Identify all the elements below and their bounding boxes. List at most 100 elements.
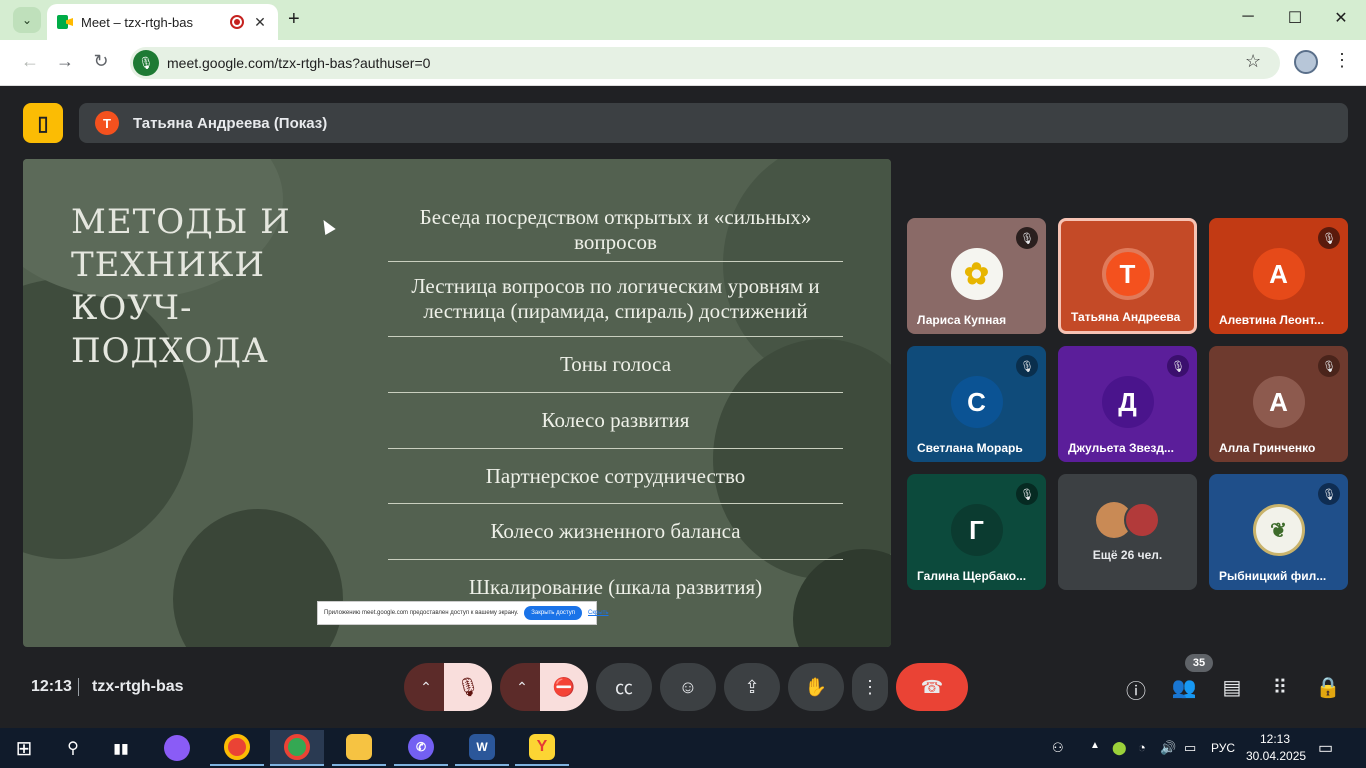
activities-icon[interactable]: ⠿: [1266, 675, 1294, 700]
participant-name: Рыбницкий фил...: [1219, 569, 1327, 583]
language-indicator[interactable]: РУС: [1211, 741, 1235, 755]
windows-taskbar: ⊞ ⚲ ▮▮ ✆ W Y ⚇ ▲ ⬤ ◔ 🔊 ▭ РУС 12:13 30.04…: [0, 728, 1366, 768]
participant-tile[interactable]: Д 🎙 Джульета Звезд...: [1058, 346, 1197, 462]
wifi-icon[interactable]: ◔: [1138, 740, 1146, 755]
participant-count-badge: 35: [1185, 654, 1213, 672]
close-window-icon[interactable]: ✕: [1326, 8, 1356, 28]
screen: ⌄ Meet – tzx-rtgh-bas ✕ + ─ ☐ ✕ ← → ↻ 🎙 …: [0, 0, 1366, 768]
participant-thumbnail: [1124, 502, 1160, 538]
reactions-button[interactable]: ☺: [660, 663, 716, 711]
participant-tile[interactable]: С 🎙 Светлана Морарь: [907, 346, 1046, 462]
presenter-bar: Т Татьяна Андреева (Показ): [79, 103, 1348, 143]
task-view-icon[interactable]: ▮▮: [106, 730, 136, 766]
participant-tile[interactable]: ❦ 🎙 Рыбницкий фил...: [1209, 474, 1348, 590]
more-participants-label: Ещё 26 чел.: [1092, 548, 1163, 562]
participant-name: Алла Гринченко: [1219, 441, 1316, 455]
yandex-browser-icon[interactable]: Y: [515, 730, 569, 766]
people-icon[interactable]: 👥: [1170, 675, 1198, 700]
back-icon[interactable]: ←: [18, 51, 42, 72]
presenter-label: Татьяна Андреева (Показ): [133, 114, 328, 132]
hide-notice-link[interactable]: Скрыть: [588, 610, 608, 616]
windows-start-icon[interactable]: ⊞: [8, 730, 40, 766]
browser-menu-icon[interactable]: ⋮: [1333, 50, 1351, 71]
bookmark-star-icon[interactable]: ☆: [1245, 51, 1261, 72]
leave-call-button[interactable]: ☎: [896, 663, 968, 711]
meeting-info-icon[interactable]: ⓘ: [1122, 675, 1150, 704]
raise-hand-button[interactable]: ✋: [788, 663, 844, 711]
participant-tile-active-speaker[interactable]: Т Татьяна Андреева: [1058, 218, 1197, 334]
mic-off-icon: 🎙: [1016, 227, 1038, 249]
slide-item: Колесо жизненного баланса: [388, 504, 843, 560]
viber-icon[interactable]: ✆: [394, 730, 448, 766]
more-participants-tile[interactable]: Ещё 26 чел.: [1058, 474, 1197, 590]
forward-icon[interactable]: →: [53, 51, 77, 72]
participant-tile[interactable]: А 🎙 Алла Гринченко: [1209, 346, 1348, 462]
participant-avatar: А: [1252, 376, 1305, 428]
daisy-avatar-icon: ✿: [950, 248, 1003, 300]
chrome-taskbar-icon[interactable]: [210, 730, 264, 766]
participant-avatar: Д: [1101, 376, 1154, 428]
chat-icon[interactable]: ▤: [1218, 675, 1246, 700]
participant-name: Лариса Купная: [917, 313, 1007, 327]
tab-close-icon[interactable]: ✕: [252, 14, 268, 31]
taskbar-time[interactable]: 12:13: [1260, 732, 1290, 746]
tab-title: Meet – tzx-rtgh-bas: [81, 14, 193, 30]
slide-item: Лестница вопросов по логическим уровням …: [388, 262, 843, 337]
taskbar-date[interactable]: 30.04.2025: [1246, 749, 1306, 763]
reload-icon[interactable]: ↻: [89, 51, 113, 72]
mic-toggle-button[interactable]: 🎙: [444, 663, 492, 711]
tray-expand-icon[interactable]: ▲: [1090, 740, 1100, 751]
browser-toolbar: ← → ↻ 🎙 meet.google.com/tzx-rtgh-bas?aut…: [0, 40, 1366, 86]
video-options-button[interactable]: ⌃: [500, 663, 544, 711]
microphone-icon[interactable]: 🎙: [133, 50, 159, 76]
participant-avatar: Г: [950, 504, 1003, 556]
slide-item: Колесо развития: [388, 393, 843, 449]
mic-off-icon: 🎙: [1318, 483, 1340, 505]
mic-off-icon: 🎙: [1167, 355, 1189, 377]
participant-name: Джульета Звезд...: [1068, 441, 1174, 455]
profile-avatar[interactable]: [1294, 50, 1318, 74]
participant-avatar: А: [1252, 248, 1305, 300]
participant-tile[interactable]: А 🎙 Алевтина Леонт...: [1209, 218, 1348, 334]
slide-item: Беседа посредством открытых и «сильных» …: [388, 199, 843, 262]
chrome-taskbar-icon-active[interactable]: [270, 730, 324, 766]
app-tray-icon[interactable]: ⬤: [1112, 740, 1127, 756]
word-icon[interactable]: W: [455, 730, 509, 766]
participant-tile[interactable]: Г 🎙 Галина Щербако...: [907, 474, 1046, 590]
participant-avatar: С: [950, 376, 1003, 428]
battery-icon[interactable]: ▭: [1184, 740, 1196, 756]
meet-favicon-icon: [57, 15, 73, 29]
address-bar[interactable]: 🎙 meet.google.com/tzx-rtgh-bas?authuser=…: [130, 47, 1280, 79]
volume-icon[interactable]: 🔊: [1160, 740, 1176, 756]
participant-name: Алевтина Леонт...: [1219, 313, 1325, 327]
more-options-button[interactable]: ⋮: [852, 663, 888, 711]
people-tray-icon[interactable]: ⚇: [1052, 740, 1064, 756]
tab-search-icon[interactable]: ⌄: [13, 7, 41, 33]
new-tab-icon[interactable]: +: [288, 8, 300, 31]
camera-toggle-button[interactable]: ⛔: [540, 663, 588, 711]
host-controls-icon[interactable]: 🔒: [1314, 675, 1342, 700]
minimize-icon[interactable]: ─: [1233, 8, 1263, 26]
presentation-icon[interactable]: ▯: [23, 103, 63, 143]
participant-name: Татьяна Андреева: [1071, 310, 1181, 324]
audio-options-button[interactable]: ⌃: [404, 663, 448, 711]
stop-sharing-button[interactable]: Закрыть доступ: [524, 606, 582, 620]
mic-off-icon: 🎙: [1016, 355, 1038, 377]
browser-tab[interactable]: Meet – tzx-rtgh-bas ✕: [47, 4, 278, 40]
presenter-avatar: Т: [95, 111, 119, 135]
url-text: meet.google.com/tzx-rtgh-bas?authuser=0: [167, 55, 431, 71]
present-screen-button[interactable]: ⇪: [724, 663, 780, 711]
participant-avatar: Т: [1101, 248, 1154, 300]
recording-icon: [230, 15, 244, 29]
meeting-clock: 12:13: [31, 678, 72, 695]
meet-app: ▯ Т Татьяна Андреева (Показ) МЕТОДЫ И ТЕ…: [0, 87, 1366, 728]
browser-tabbar: ⌄ Meet – tzx-rtgh-bas ✕ + ─ ☐ ✕: [0, 0, 1366, 40]
maximize-icon[interactable]: ☐: [1280, 8, 1310, 28]
search-icon[interactable]: ⚲: [58, 730, 88, 766]
notice-text: Приложению meet.google.com предоставлен …: [324, 610, 519, 616]
alice-assistant-icon[interactable]: [160, 730, 194, 766]
participant-tile[interactable]: ✿ 🎙 Лариса Купная: [907, 218, 1046, 334]
file-explorer-icon[interactable]: [332, 730, 386, 766]
captions-button[interactable]: ㏄: [596, 663, 652, 711]
notifications-icon[interactable]: ▭: [1318, 738, 1333, 758]
